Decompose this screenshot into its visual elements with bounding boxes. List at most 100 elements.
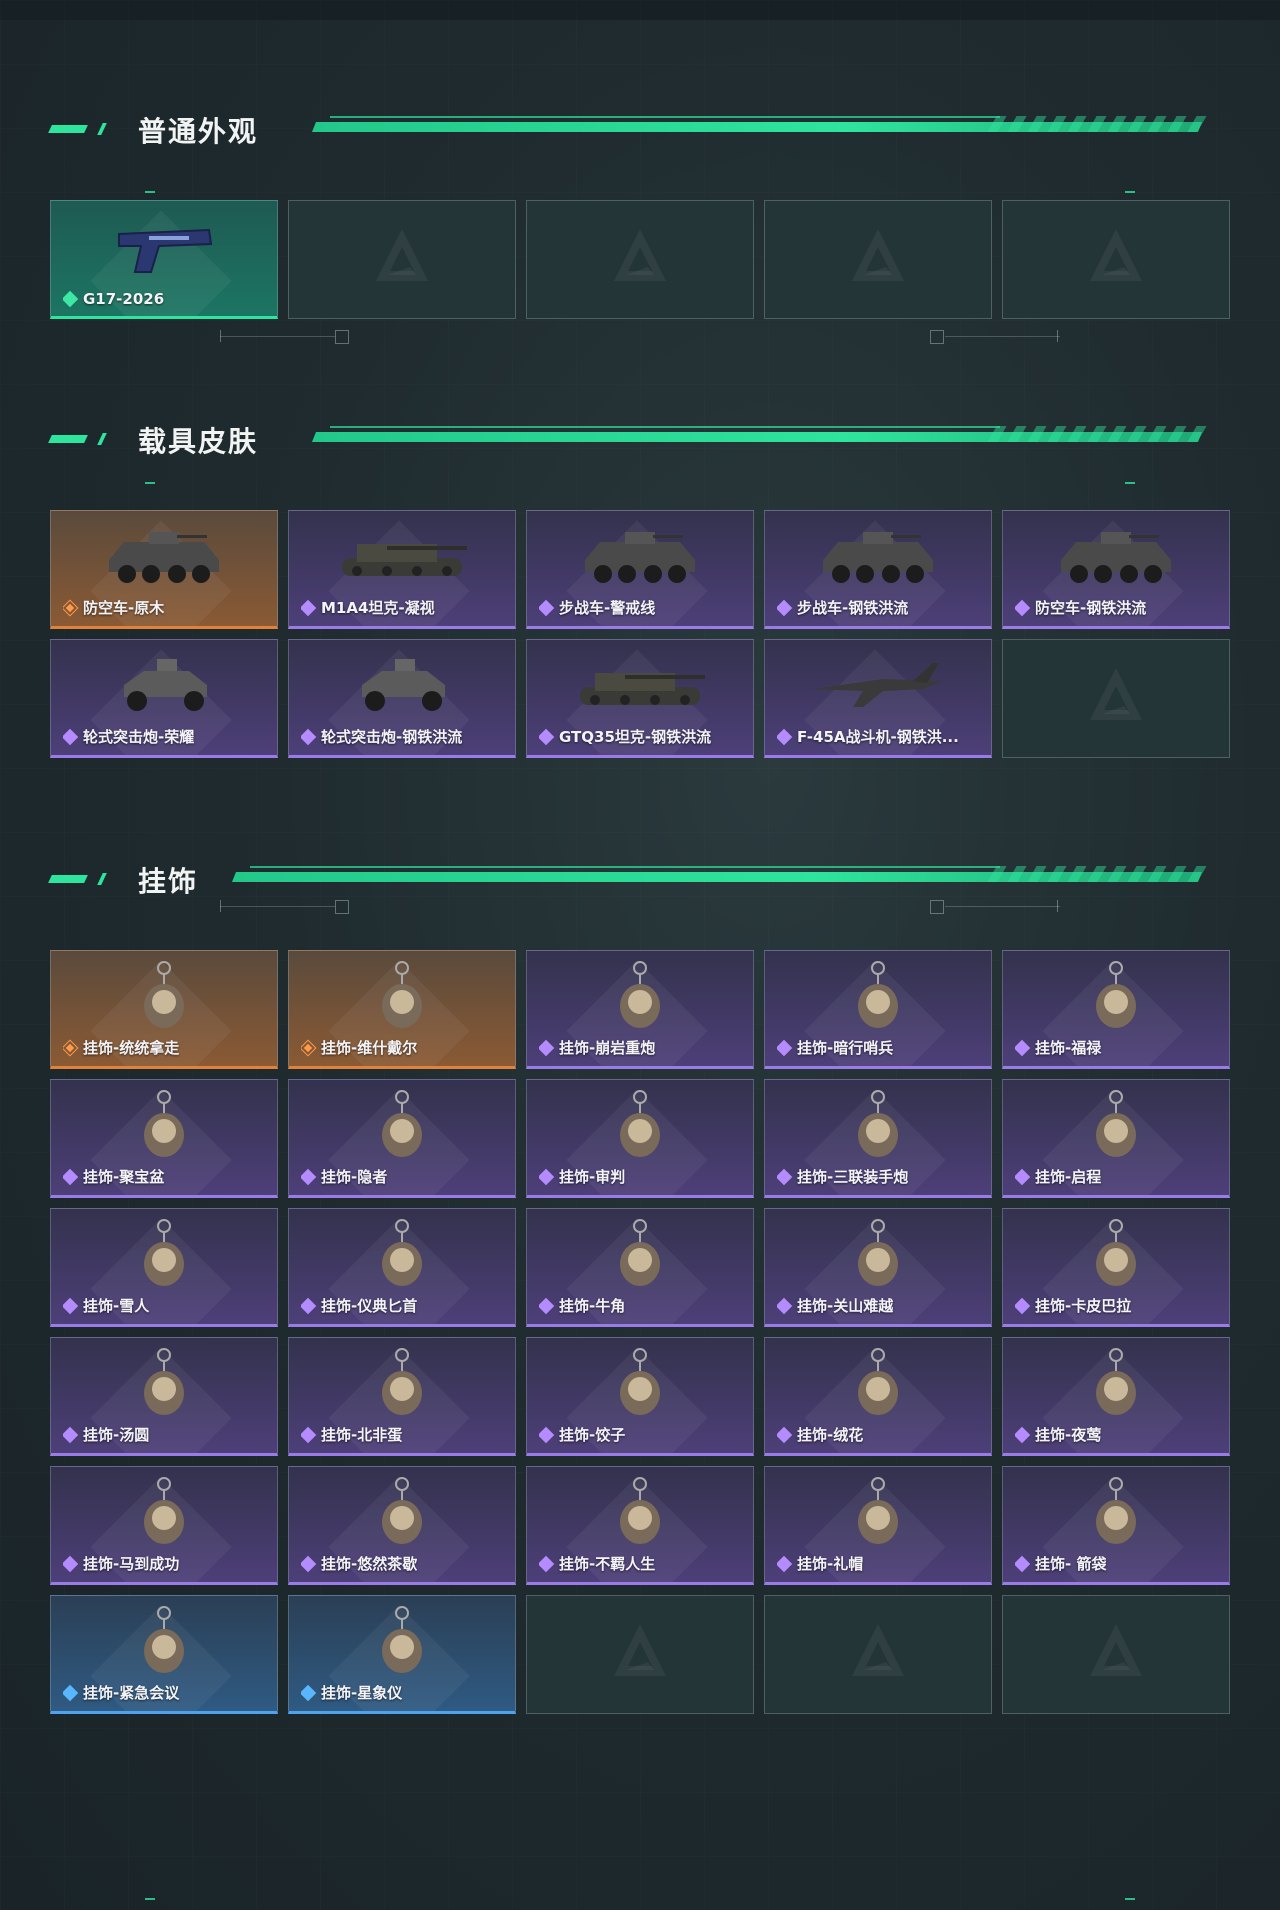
rarity-diamond-icon	[777, 1426, 793, 1443]
divider-tick	[1057, 900, 1058, 912]
grid-vehicles: 防空车-原木 M1A4坦克-凝视 步战车-警戒线 步战车-钢铁洪流 防空车-钢铁洪流轮式…	[50, 510, 1230, 758]
item-name: 挂饰-北非蛋	[321, 1426, 403, 1444]
item-card[interactable]: 挂饰-北非蛋	[288, 1337, 516, 1456]
item-label: 挂饰-卡皮巴拉	[1015, 1295, 1221, 1316]
watermark-logo-icon	[614, 229, 666, 281]
charm-icon	[382, 1348, 422, 1415]
item-name: 挂饰-三联装手炮	[797, 1168, 909, 1186]
item-art	[289, 1467, 515, 1557]
corner-tick	[1125, 1898, 1135, 1900]
charm-icon	[620, 961, 660, 1028]
rarity-diamond-icon	[777, 728, 793, 745]
item-card[interactable]: 挂饰-三联装手炮	[764, 1079, 992, 1198]
item-card[interactable]: 防空车-钢铁洪流	[1002, 510, 1230, 629]
item-card[interactable]: GTQ35坦克-钢铁洪流	[526, 639, 754, 758]
item-art	[51, 1080, 277, 1170]
rarity-diamond-icon	[301, 728, 317, 745]
item-card[interactable]: 轮式突击炮-荣耀	[50, 639, 278, 758]
item-name: 挂饰-绒花	[797, 1426, 864, 1444]
header-dash	[48, 125, 88, 133]
apc-icon	[109, 532, 219, 583]
charm-icon	[144, 1348, 184, 1415]
item-label: 挂饰-崩岩重炮	[539, 1037, 745, 1058]
item-card[interactable]: 挂饰-夜莺	[1002, 1337, 1230, 1456]
charm-icon	[382, 1606, 422, 1673]
header-thin-line	[330, 116, 1000, 118]
item-card[interactable]: 挂饰-关山难越	[764, 1208, 992, 1327]
item-art	[51, 1209, 277, 1299]
item-label: 防空车-原木	[63, 597, 269, 618]
rarity-diamond-icon	[539, 1168, 555, 1185]
item-card[interactable]: 挂饰-崩岩重炮	[526, 950, 754, 1069]
charm-icon	[620, 1477, 660, 1544]
item-card[interactable]: 挂饰-星象仪	[288, 1595, 516, 1714]
item-card[interactable]: 轮式突击炮-钢铁洪流	[288, 639, 516, 758]
item-label: 挂饰-统统拿走	[63, 1037, 269, 1058]
item-card[interactable]: 挂饰-聚宝盆	[50, 1079, 278, 1198]
item-art	[51, 201, 277, 291]
item-card[interactable]: 挂饰-暗行哨兵	[764, 950, 992, 1069]
charm-icon	[382, 1477, 422, 1544]
item-card[interactable]: 挂饰-统统拿走	[50, 950, 278, 1069]
jet-icon	[813, 663, 943, 707]
rarity-diamond-icon	[63, 599, 79, 616]
item-card[interactable]: 挂饰-卡皮巴拉	[1002, 1208, 1230, 1327]
item-name: G17-2026	[83, 290, 165, 308]
item-card[interactable]: 挂饰-马到成功	[50, 1466, 278, 1585]
item-card[interactable]: 挂饰-不羁人生	[526, 1466, 754, 1585]
item-art	[527, 951, 753, 1041]
charm-icon	[1096, 1348, 1136, 1415]
item-art	[527, 1080, 753, 1170]
item-name: 步战车-钢铁洪流	[797, 599, 909, 617]
item-name: 挂饰-关山难越	[797, 1297, 894, 1315]
tank-icon	[342, 544, 467, 576]
rarity-diamond-icon	[63, 1555, 79, 1572]
item-name: 挂饰-悠然茶歇	[321, 1555, 418, 1573]
item-card[interactable]: 挂饰-隐者	[288, 1079, 516, 1198]
item-card[interactable]: 挂饰-饺子	[526, 1337, 754, 1456]
item-card[interactable]: 挂饰-仪典匕首	[288, 1208, 516, 1327]
item-card[interactable]: 挂饰-紧急会议	[50, 1595, 278, 1714]
divider-line	[945, 336, 1060, 337]
corner-tick	[1125, 482, 1135, 484]
item-label: 挂饰-马到成功	[63, 1553, 269, 1574]
item-name: 挂饰- 箭袋	[1035, 1555, 1107, 1573]
item-card[interactable]: 挂饰-福禄	[1002, 950, 1230, 1069]
item-card[interactable]: 挂饰-雪人	[50, 1208, 278, 1327]
item-card[interactable]: 挂饰-悠然茶歇	[288, 1466, 516, 1585]
item-label: 轮式突击炮-钢铁洪流	[301, 726, 507, 747]
item-name: GTQ35坦克-钢铁洪流	[559, 728, 712, 746]
item-card[interactable]: 挂饰-牛角	[526, 1208, 754, 1327]
rarity-diamond-icon	[63, 290, 79, 308]
divider-tick	[1057, 330, 1058, 342]
item-label: 挂饰-饺子	[539, 1424, 745, 1445]
item-art	[765, 951, 991, 1041]
item-label: GTQ35坦克-钢铁洪流	[539, 726, 745, 747]
divider-tick	[220, 330, 221, 342]
rarity-diamond-icon	[301, 1684, 317, 1701]
item-card[interactable]: 挂饰-绒花	[764, 1337, 992, 1456]
item-card[interactable]: 步战车-警戒线	[526, 510, 754, 629]
item-card[interactable]: M1A4坦克-凝视	[288, 510, 516, 629]
item-card[interactable]: 挂饰-启程	[1002, 1079, 1230, 1198]
rarity-diamond-icon	[1015, 1297, 1031, 1314]
item-card[interactable]: 挂饰-审判	[526, 1079, 754, 1198]
item-card[interactable]: 挂饰-礼帽	[764, 1466, 992, 1585]
rarity-diamond-icon	[63, 1168, 79, 1185]
item-card[interactable]: 挂饰-维什戴尔	[288, 950, 516, 1069]
watermark-logo-icon	[614, 1624, 666, 1676]
item-card[interactable]: 防空车-原木	[50, 510, 278, 629]
item-card[interactable]: 挂饰- 箭袋	[1002, 1466, 1230, 1585]
item-card[interactable]: G17-2026	[50, 200, 278, 319]
item-card[interactable]: 挂饰-汤圆	[50, 1337, 278, 1456]
divider-line	[220, 906, 335, 907]
rarity-diamond-icon	[539, 1426, 555, 1443]
item-card[interactable]: 步战车-钢铁洪流	[764, 510, 992, 629]
charm-icon	[620, 1090, 660, 1157]
item-card[interactable]: F-45A战斗机-钢铁洪...	[764, 639, 992, 758]
item-name: 防空车-原木	[83, 599, 165, 617]
item-art	[289, 511, 515, 601]
item-art	[289, 1596, 515, 1686]
item-name: 挂饰-隐者	[321, 1168, 388, 1186]
item-art	[1003, 511, 1229, 601]
